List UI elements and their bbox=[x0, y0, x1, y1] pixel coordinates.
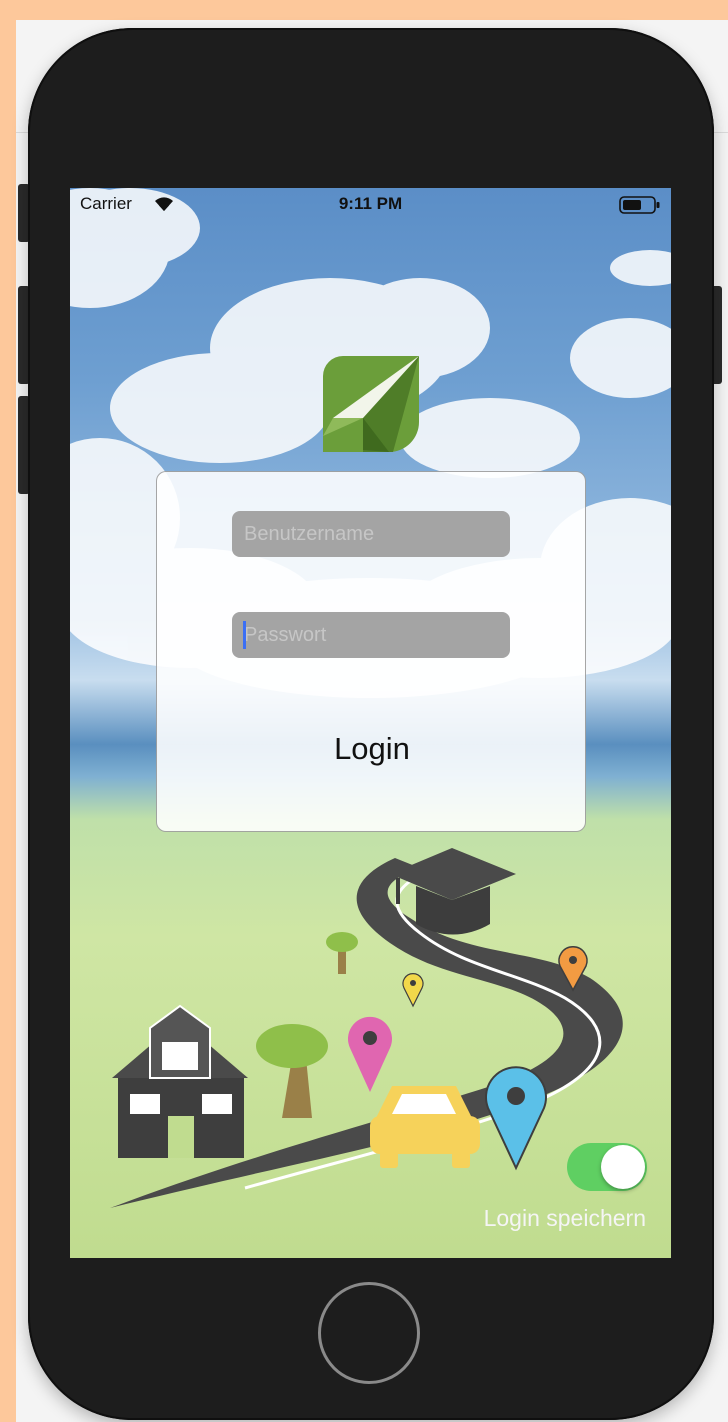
remember-login-label: Login speichern bbox=[483, 1205, 646, 1231]
remember-login-toggle[interactable] bbox=[567, 1143, 647, 1191]
login-card: Login bbox=[156, 471, 586, 832]
small-tree-icon bbox=[326, 932, 358, 974]
map-pin-yellow-icon bbox=[402, 973, 424, 1008]
password-input[interactable] bbox=[232, 612, 510, 658]
journey-illustration bbox=[110, 848, 623, 1208]
battery-icon bbox=[619, 196, 660, 214]
home-button[interactable] bbox=[318, 1282, 420, 1384]
map-pin-blue-icon bbox=[485, 1066, 547, 1171]
text-cursor bbox=[243, 621, 246, 649]
status-bar: Carrier 9:11 PM bbox=[70, 188, 671, 218]
house-icon bbox=[112, 1004, 248, 1158]
app-logo-icon bbox=[323, 356, 419, 452]
clock-label: 9:11 PM bbox=[338, 194, 403, 213]
login-button[interactable]: Login bbox=[272, 722, 472, 776]
app-screen: Carrier 9:11 PM Login bbox=[70, 188, 671, 1258]
username-input[interactable] bbox=[232, 511, 510, 557]
toggle-knob bbox=[601, 1145, 645, 1189]
password-field-wrapper bbox=[232, 612, 510, 658]
map-pin-icon bbox=[348, 1016, 392, 1092]
tree-icon bbox=[256, 1024, 328, 1118]
